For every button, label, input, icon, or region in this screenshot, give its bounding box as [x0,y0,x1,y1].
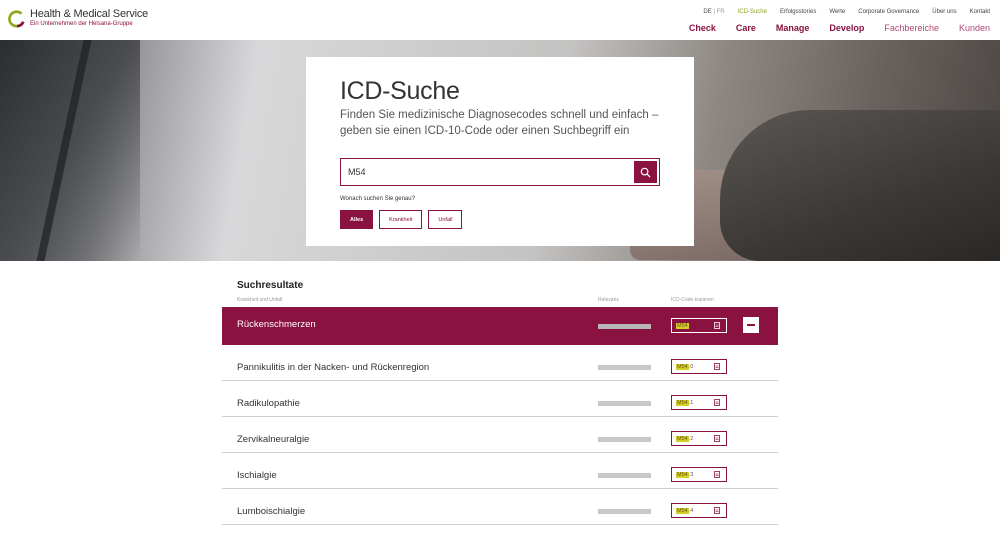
relevance-bar [598,509,651,514]
top-navigation: DE | FR ICD-Suche Erfolgsstories Werte C… [703,9,990,15]
filter-krankheit[interactable]: Krankheit [379,210,423,229]
site-header: Health & Medical Service Ein Unternehmen… [0,0,1000,40]
logo[interactable]: Health & Medical Service Ein Unternehmen… [8,9,148,28]
main-navigation: Check Care Manage Develop Fachbereiche K… [689,23,990,33]
topnav-ueber-uns[interactable]: Über uns [932,9,956,15]
hero-laptop-shape [0,40,140,261]
code-match: M54 [676,322,689,329]
results-title: Suchresultate [237,280,304,291]
relevance-bar [598,473,651,478]
filter-alles[interactable]: Alles [340,210,374,229]
result-name: Pannikulitis in der Nacken- und Rückenre… [237,362,430,373]
nav-manage[interactable]: Manage [776,23,810,33]
copy-icon [714,363,720,370]
copy-code-button[interactable]: M54.3 [671,467,727,482]
column-header-code: ICD-Code kopieren [671,297,714,303]
topnav-corporate-governance[interactable]: Corporate Governance [858,9,919,15]
copy-icon [714,399,720,406]
code-suffix: .0 [688,363,694,370]
search-icon [640,167,651,178]
result-name: Radikulopathie [237,398,300,409]
lang-de[interactable]: DE [703,9,711,15]
code-suffix: .4 [688,507,694,514]
code-match: M54 [676,435,689,442]
code-suffix: .1 [688,399,694,406]
logo-brand: Health & Medical Service [30,8,149,20]
search-card: ICD-Suche Finden Sie medizinische Diagno… [306,57,694,246]
result-row[interactable]: Rückenschmerzen M54 [222,307,778,345]
logo-icon [8,9,25,28]
copy-code-button[interactable]: M54.2 [671,431,727,446]
code-suffix: .3 [688,471,694,478]
copy-code-button[interactable]: M54.1 [671,395,727,410]
result-row[interactable]: Radikulopathie M54.1 [222,381,778,417]
column-header-name: Krankheit und Unfall [237,297,283,303]
result-row[interactable]: Pannikulitis in der Nacken- und Rückenre… [222,345,778,381]
topnav-icd-suche[interactable]: ICD-Suche [738,9,767,15]
filter-unfall[interactable]: Unfall [428,210,463,229]
nav-fachbereiche[interactable]: Fachbereiche [884,23,939,33]
page-title: ICD-Suche [340,77,460,105]
nav-care[interactable]: Care [736,23,756,33]
code-match: M54 [676,363,689,370]
collapse-button[interactable] [743,317,759,333]
relevance-bar [598,365,651,370]
topnav-kontakt[interactable]: Kontakt [970,9,990,15]
code-match: M54 [676,471,689,478]
copy-icon [714,507,720,514]
relevance-bar [598,401,651,406]
relevance-bar [598,437,651,442]
copy-code-button[interactable]: M54 [671,318,727,333]
result-name: Ischialgie [237,470,277,481]
result-name: Rückenschmerzen [237,319,316,330]
nav-kunden[interactable]: Kunden [959,23,990,33]
language-switch[interactable]: DE | FR [703,9,724,15]
copy-icon [714,471,720,478]
nav-develop[interactable]: Develop [829,23,864,33]
result-row[interactable]: Lumboischialgie M54.4 [222,489,778,525]
topnav-erfolgsstories[interactable]: Erfolgsstories [780,9,816,15]
code-match: M54 [676,507,689,514]
nav-check[interactable]: Check [689,23,716,33]
copy-icon [714,435,720,442]
relevance-bar [598,324,651,329]
topnav-werte[interactable]: Werte [829,9,845,15]
column-header-relevance: Relevanz [598,297,619,303]
search-intro: Finden Sie medizinische Diagnosecodes sc… [340,109,659,137]
code-suffix: .2 [688,435,694,442]
filter-group: Alles Krankheit Unfall [340,210,463,229]
minus-icon [747,324,755,326]
search-input[interactable] [341,159,634,185]
copy-icon [714,322,720,329]
result-row[interactable]: Zervikalneuralgie M54.2 [222,417,778,453]
copy-code-button[interactable]: M54.4 [671,503,727,518]
code-match: M54 [676,399,689,406]
copy-code-button[interactable]: M54.0 [671,359,727,374]
result-name: Zervikalneuralgie [237,434,310,445]
hero-sleeve-shape [720,110,1000,261]
result-row[interactable]: Ischialgie M54.3 [222,453,778,489]
result-name: Lumboischialgie [237,506,306,517]
filter-question: Wonach suchen Sie genau? [340,196,415,202]
logo-subtitle: Ein Unternehmen der Helsana-Gruppe [30,21,133,27]
search-box [340,158,660,186]
search-button[interactable] [634,161,657,183]
lang-fr[interactable]: FR [717,9,725,15]
